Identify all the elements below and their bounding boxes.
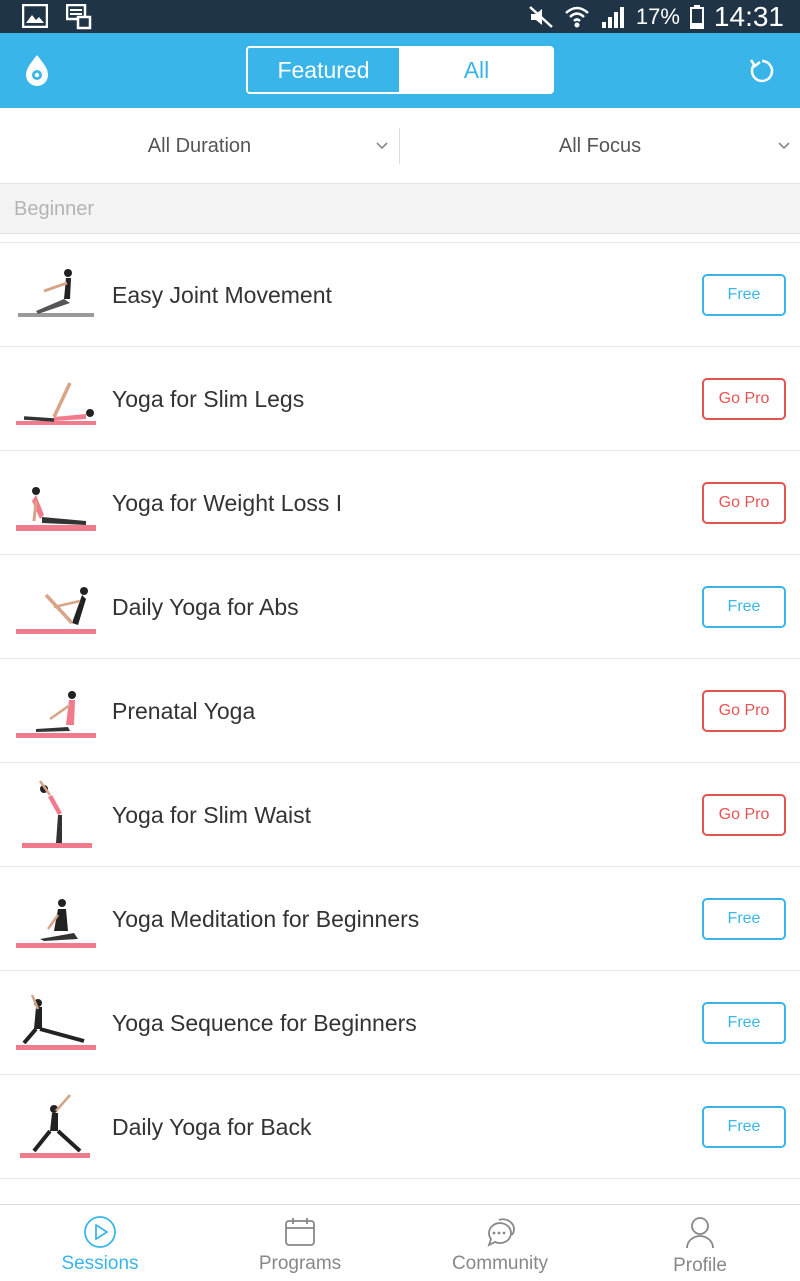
focus-filter-label: All Focus: [558, 134, 642, 157]
duration-filter[interactable]: All Duration: [0, 128, 400, 164]
calendar-icon: [285, 1218, 315, 1246]
go-pro-badge-button[interactable]: Go Pro: [702, 378, 786, 420]
chevron-down-icon: [376, 142, 388, 150]
wifi-icon: [565, 6, 589, 27]
status-bar: 17% 14:31: [0, 0, 800, 33]
mute-icon: [529, 5, 553, 28]
nav-community[interactable]: Community: [400, 1205, 600, 1281]
screenshot-notification-icon: [66, 4, 92, 30]
cobra-pose-thumbnail: [16, 487, 96, 531]
free-badge-button[interactable]: Free: [702, 1106, 786, 1148]
list-item[interactable]: Prenatal Yoga Go Pro: [0, 659, 800, 763]
section-title: Beginner: [14, 198, 95, 220]
standing-backbend-pose-thumbnail: [22, 780, 92, 848]
nav-profile-label: Profile: [673, 1255, 727, 1276]
seated-forward-stretch-pose-thumbnail: [18, 269, 94, 317]
app-header: Featured All: [0, 33, 800, 108]
play-circle-icon: [84, 1216, 116, 1248]
focus-filter[interactable]: All Focus: [400, 108, 800, 184]
duration-filter-label: All Duration: [147, 134, 252, 157]
battery-icon: [689, 4, 704, 29]
lunge-pose-thumbnail: [16, 994, 96, 1050]
clock: 14:31: [713, 0, 784, 32]
session-title: Easy Joint Movement: [112, 281, 332, 308]
app-logo-icon[interactable]: [22, 53, 52, 87]
warrior-pose-thumbnail: [20, 1094, 90, 1158]
free-badge-button[interactable]: Free: [702, 898, 786, 940]
list-item[interactable]: Yoga for Weight Loss I Go Pro: [0, 451, 800, 555]
session-title: Daily Yoga for Abs: [112, 593, 299, 620]
list-item[interactable]: Easy Joint Movement Free: [0, 243, 800, 347]
tab-all[interactable]: All: [401, 48, 552, 92]
session-list: Easy Joint Movement Free Yoga for Slim L…: [0, 242, 800, 1179]
meditation-pose-thumbnail: [16, 899, 96, 948]
session-title: Yoga for Slim Legs: [112, 385, 305, 412]
nav-programs[interactable]: Programs: [200, 1205, 400, 1281]
battery-percent: 17%: [635, 3, 680, 29]
tab-featured[interactable]: Featured: [248, 48, 401, 92]
session-title: Yoga Meditation for Beginners: [112, 905, 420, 932]
seated-pose-thumbnail: [16, 691, 96, 738]
person-icon: [686, 1217, 714, 1249]
gallery-notification-icon: [22, 4, 48, 28]
session-title: Yoga for Weight Loss I: [112, 489, 343, 516]
free-badge-button[interactable]: Free: [702, 1002, 786, 1044]
list-item[interactable]: Daily Yoga for Back Free: [0, 1075, 800, 1179]
chat-bubbles-icon: [487, 1218, 515, 1247]
session-title: Yoga Sequence for Beginners: [112, 1009, 417, 1036]
nav-sessions[interactable]: Sessions: [0, 1205, 200, 1281]
list-item[interactable]: Yoga Sequence for Beginners Free: [0, 971, 800, 1075]
session-title: Prenatal Yoga: [112, 697, 256, 724]
list-item[interactable]: Daily Yoga for Abs Free: [0, 555, 800, 659]
go-pro-badge-button[interactable]: Go Pro: [702, 794, 786, 836]
chevron-down-icon: [778, 142, 790, 150]
go-pro-badge-button[interactable]: Go Pro: [702, 690, 786, 732]
filter-bar: All Duration All Focus: [0, 108, 800, 184]
list-item[interactable]: Yoga Meditation for Beginners Free: [0, 867, 800, 971]
refresh-icon[interactable]: [748, 57, 776, 85]
nav-profile[interactable]: Profile: [600, 1205, 800, 1281]
bottom-navigation: Sessions Programs Community Profile: [0, 1204, 800, 1280]
list-item[interactable]: Yoga for Slim Waist Go Pro: [0, 763, 800, 867]
boat-pose-thumbnail: [16, 587, 96, 634]
go-pro-badge-button[interactable]: Go Pro: [702, 482, 786, 524]
session-title: Yoga for Slim Waist: [112, 801, 311, 828]
list-item[interactable]: Yoga for Slim Legs Go Pro: [0, 347, 800, 451]
leg-raise-pose-thumbnail: [16, 382, 96, 425]
free-badge-button[interactable]: Free: [702, 274, 786, 316]
nav-community-label: Community: [451, 1253, 549, 1274]
free-badge-button[interactable]: Free: [702, 586, 786, 628]
session-title: Daily Yoga for Back: [112, 1113, 312, 1140]
signal-icon: [601, 6, 624, 28]
nav-programs-label: Programs: [258, 1253, 342, 1274]
nav-sessions-label: Sessions: [61, 1253, 139, 1274]
section-header: Beginner: [0, 184, 800, 234]
featured-all-toggle: Featured All: [246, 46, 554, 94]
